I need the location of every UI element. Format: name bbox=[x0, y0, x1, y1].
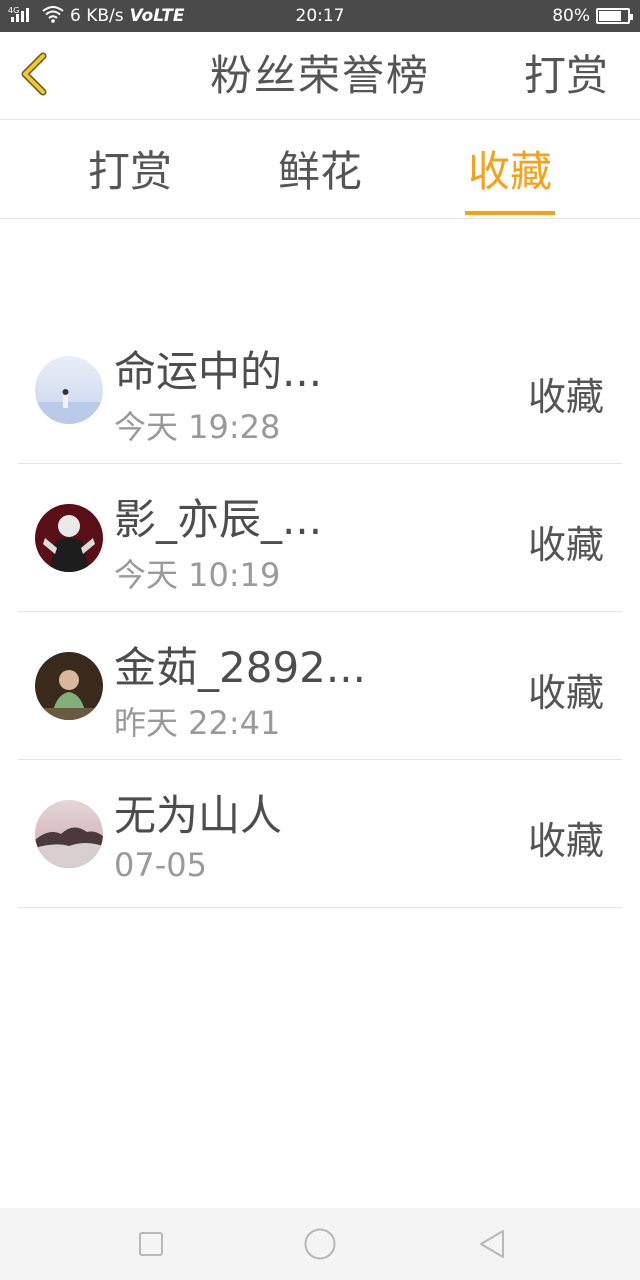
tab-bar: 打赏 鲜花 收藏 bbox=[0, 121, 640, 219]
tab-favorites[interactable]: 收藏 bbox=[445, 121, 575, 219]
battery-text: 80% bbox=[552, 6, 590, 26]
avatar[interactable] bbox=[35, 356, 103, 424]
square-icon bbox=[139, 1232, 163, 1256]
status-right: 80% bbox=[552, 0, 633, 32]
circle-icon bbox=[304, 1228, 336, 1260]
header: 粉丝荣誉榜 打赏 bbox=[0, 32, 640, 120]
tab-label: 鲜花 bbox=[277, 147, 362, 196]
user-name: 影_亦辰_... bbox=[114, 495, 323, 544]
avatar-icon bbox=[35, 356, 103, 424]
status-time: 20:17 bbox=[295, 6, 345, 26]
timestamp: 今天 19:28 bbox=[114, 408, 281, 446]
user-name: 命运中的... bbox=[114, 347, 323, 396]
active-tab-indicator bbox=[465, 211, 555, 215]
reward-button[interactable]: 打赏 bbox=[524, 32, 608, 120]
triangle-back-icon bbox=[480, 1230, 504, 1258]
list-item[interactable]: 金茹_2892... 昨天 22:41 收藏 bbox=[18, 612, 622, 760]
avatar-icon bbox=[35, 504, 103, 572]
avatar[interactable] bbox=[35, 504, 103, 572]
user-name: 金茹_2892... bbox=[114, 643, 366, 692]
tab-label: 打赏 bbox=[87, 147, 172, 196]
timestamp: 昨天 22:41 bbox=[114, 704, 281, 742]
list-item[interactable]: 影_亦辰_... 今天 10:19 收藏 bbox=[18, 464, 622, 612]
battery-icon bbox=[596, 8, 633, 24]
favorite-label: 收藏 bbox=[527, 819, 604, 863]
list-item[interactable]: 无为山人 07-05 收藏 bbox=[18, 760, 622, 908]
back-nav-button[interactable] bbox=[474, 1226, 510, 1262]
fan-list: 命运中的... 今天 19:28 收藏 影_亦辰_... 今天 10:19 收藏 bbox=[18, 316, 622, 908]
avatar-icon bbox=[35, 800, 103, 868]
tab-reward[interactable]: 打赏 bbox=[65, 121, 195, 219]
favorite-label: 收藏 bbox=[527, 375, 604, 419]
timestamp: 今天 10:19 bbox=[114, 556, 281, 594]
avatar[interactable] bbox=[35, 652, 103, 720]
avatar[interactable] bbox=[35, 800, 103, 868]
tab-label: 收藏 bbox=[467, 147, 552, 196]
recent-apps-button[interactable] bbox=[133, 1226, 169, 1262]
user-name: 无为山人 bbox=[114, 791, 283, 840]
tab-flowers[interactable]: 鲜花 bbox=[255, 121, 385, 219]
home-button[interactable] bbox=[302, 1226, 338, 1262]
status-bar: 4G 6 KB/s VoLTE 20:17 80% bbox=[0, 0, 640, 32]
favorite-label: 收藏 bbox=[527, 671, 604, 715]
favorite-label: 收藏 bbox=[527, 523, 604, 567]
avatar-icon bbox=[35, 652, 103, 720]
system-nav-bar bbox=[0, 1208, 640, 1280]
timestamp: 07-05 bbox=[114, 846, 207, 884]
list-item[interactable]: 命运中的... 今天 19:28 收藏 bbox=[18, 316, 622, 464]
